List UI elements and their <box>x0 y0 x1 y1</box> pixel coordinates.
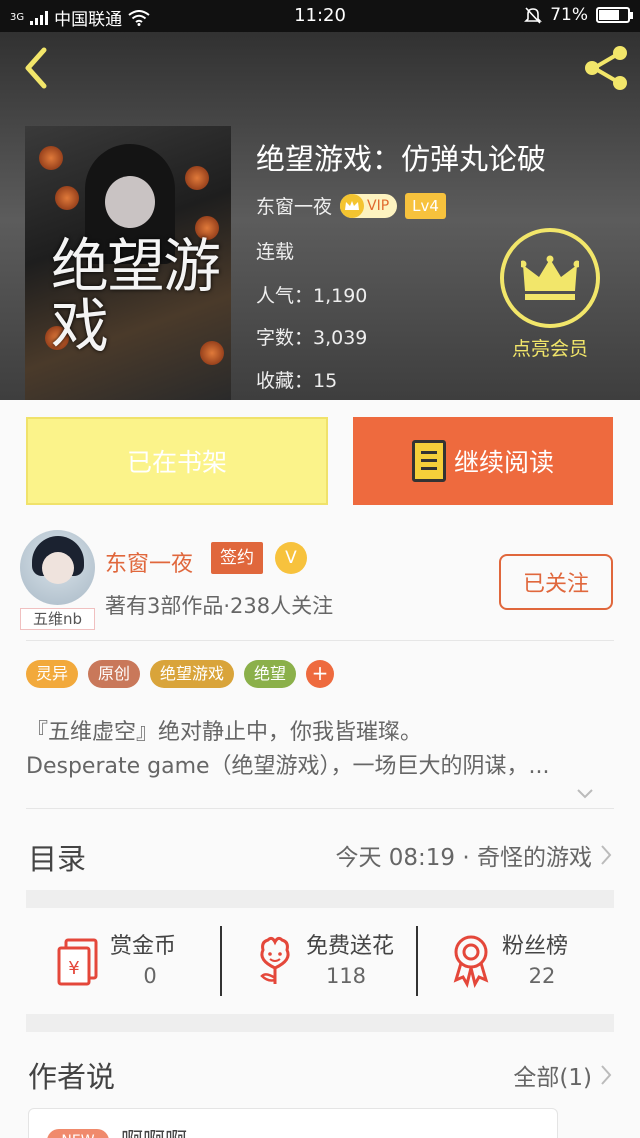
catalog-title: 目录 <box>28 842 87 876</box>
continue-reading-label: 继续阅读 <box>453 448 554 477</box>
red-envelope-icon: ¥ <box>57 938 98 986</box>
description-line: 『五维虚空』绝对静止中，你我皆璀璨。 <box>26 720 423 745</box>
post-title: 啊啊啊 <box>121 1123 187 1138</box>
avatar[interactable] <box>20 530 95 605</box>
author-post-card[interactable]: NEW 啊啊啊 <box>28 1108 558 1138</box>
book-popularity: 人气：1,190 <box>256 285 368 307</box>
vip-badge: VIP <box>340 193 398 218</box>
book-cover[interactable]: 绝望游戏 <box>25 126 231 400</box>
book-word-count: 字数：3,039 <box>256 327 368 349</box>
crown-icon <box>521 255 579 300</box>
battery-icon <box>596 7 633 23</box>
tag-chip[interactable]: 绝望游戏 <box>150 660 235 688</box>
cover-title-art: 绝望游戏 <box>51 232 221 360</box>
add-tag-button[interactable]: + <box>306 660 335 688</box>
tag-chip[interactable]: 绝望 <box>244 660 297 688</box>
stat-value: 0 <box>143 964 157 988</box>
follow-button[interactable]: 已关注 <box>499 554 613 610</box>
status-right: 71% <box>524 5 633 25</box>
tag-chip[interactable]: 灵异 <box>26 660 79 688</box>
book-status: 连载 <box>256 241 295 263</box>
book-description[interactable]: 『五维虚空』绝对静止中，你我皆璀璨。 Desperate game（绝望游戏），… <box>26 716 616 784</box>
stat-label: 免费送花 <box>306 934 395 959</box>
catalog-latest: 今天 08:19 · 奇怪的游戏 <box>335 838 612 872</box>
book-content: 已在书架 继续阅读 五维nb 东窗一夜 签约 V 著有3部作品·238人关注 已… <box>0 400 640 1138</box>
stats-row: ¥ 赏金币 0 免费送花 118 粉丝榜 22 <box>26 914 614 1014</box>
vip-label: VIP <box>367 197 390 214</box>
section-gap <box>26 890 614 908</box>
mute-bell-icon <box>524 7 543 24</box>
book-author[interactable]: 东窗一夜 <box>256 192 332 219</box>
catalog-row[interactable]: 目录 今天 08:19 · 奇怪的游戏 <box>0 810 640 896</box>
battery-percent: 71% <box>550 5 588 25</box>
member-ring <box>500 228 600 328</box>
reward-coin-stat[interactable]: ¥ 赏金币 0 <box>26 924 222 1004</box>
member-button[interactable]: 点亮会员 <box>500 228 600 360</box>
book-header: 3G 中国联通 11:20 71% 绝望游戏 绝望游戏：仿弹丸论破 东窗一夜 V… <box>0 0 640 400</box>
avatar-tag: 五维nb <box>20 608 95 630</box>
signed-badge: 签约 <box>211 542 263 574</box>
new-badge: NEW <box>47 1129 109 1138</box>
stat-label: 粉丝榜 <box>502 934 569 959</box>
member-label: 点亮会员 <box>511 338 588 360</box>
book-detail-screen: 3G 中国联通 11:20 71% 绝望游戏 绝望游戏：仿弹丸论破 东窗一夜 V… <box>0 0 640 1138</box>
divider <box>26 640 614 641</box>
chevron-left-icon <box>25 47 47 89</box>
back-button[interactable] <box>14 44 58 92</box>
verified-badge: V <box>275 542 307 574</box>
book-favorites: 收藏：15 <box>256 370 338 392</box>
share-button[interactable] <box>580 42 632 94</box>
latest-chapter: 今天 08:19 · 奇怪的游戏 <box>335 845 592 871</box>
author-name[interactable]: 东窗一夜 <box>105 546 193 578</box>
all-posts-label: 全部(1) <box>513 1065 592 1091</box>
tag-list: 灵异 原创 绝望游戏 绝望 + <box>26 660 335 688</box>
rosette-icon <box>453 935 489 988</box>
author-says-row[interactable]: 作者说 全部(1) <box>0 1030 640 1110</box>
chevron-down-icon[interactable] <box>576 784 594 802</box>
description-line: Desperate game（绝望游戏），一场巨大的阴谋，... <box>26 754 550 779</box>
chevron-right-icon <box>601 1065 612 1085</box>
book-icon <box>411 440 446 482</box>
chevron-right-icon <box>601 845 612 865</box>
free-flower-stat[interactable]: 免费送花 118 <box>222 924 418 1004</box>
author-says-all[interactable]: 全部(1) <box>513 1058 612 1092</box>
svg-text:¥: ¥ <box>68 958 79 979</box>
stat-value: 22 <box>528 964 556 988</box>
book-title: 绝望游戏：仿弹丸论破 <box>256 142 547 176</box>
flower-icon <box>260 936 290 984</box>
stat-label: 赏金币 <box>110 934 177 959</box>
status-bar: 3G 中国联通 11:20 71% <box>0 0 640 32</box>
continue-reading-button[interactable]: 继续阅读 <box>353 417 613 505</box>
level-badge: Lv4 <box>405 192 446 219</box>
divider <box>26 808 614 809</box>
author-stats: 著有3部作品·238人关注 <box>105 594 334 618</box>
tag-chip[interactable]: 原创 <box>88 660 141 688</box>
crown-icon <box>340 193 365 218</box>
author-card: 五维nb 东窗一夜 签约 V 著有3部作品·238人关注 已关注 <box>0 520 640 640</box>
stat-value: 118 <box>325 964 367 988</box>
share-icon <box>585 46 627 90</box>
book-author-line: 东窗一夜 VIP Lv4 <box>256 192 446 219</box>
author-says-title: 作者说 <box>28 1060 116 1094</box>
fan-ranking-stat[interactable]: 粉丝榜 22 <box>418 924 614 1004</box>
in-shelf-button[interactable]: 已在书架 <box>26 417 328 505</box>
